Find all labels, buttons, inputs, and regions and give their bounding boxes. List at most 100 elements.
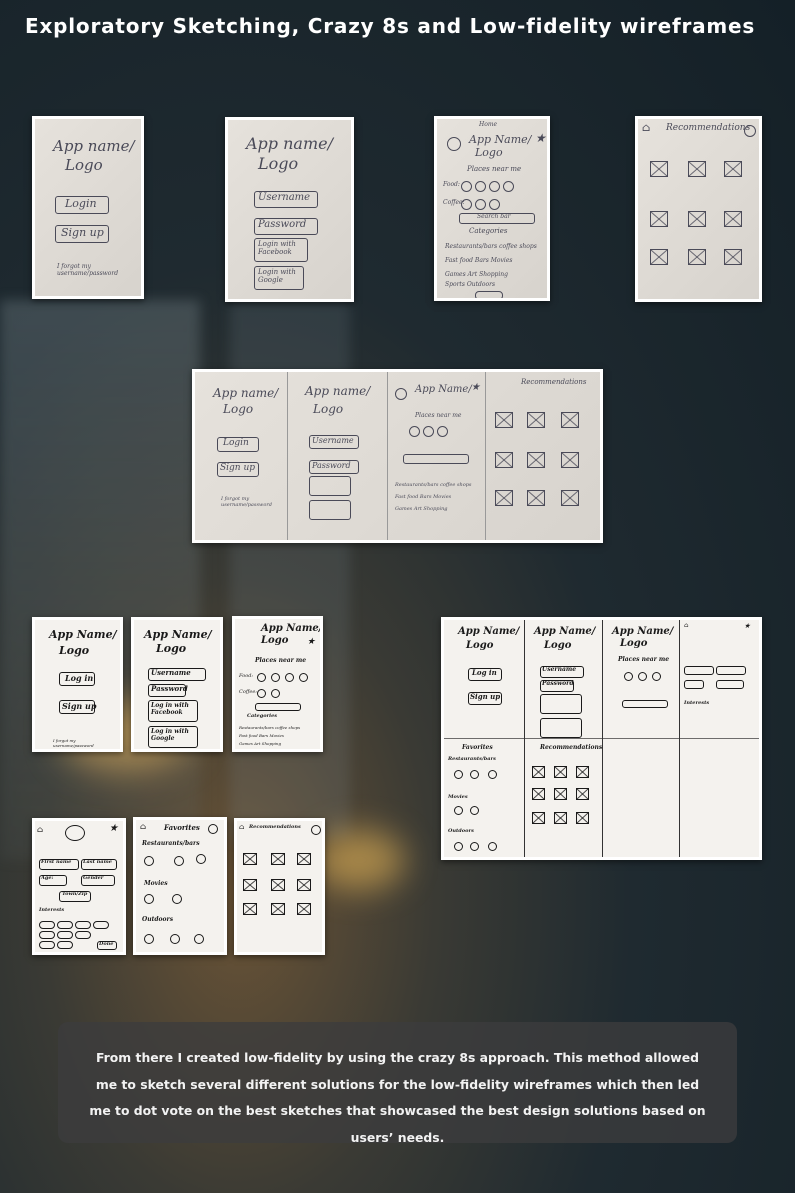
star-icon: ★ (109, 823, 118, 834)
sketch-circle (489, 181, 500, 192)
sketch-circle (470, 806, 479, 815)
sketch-image-placeholder (650, 161, 668, 177)
sketch-circle (257, 689, 266, 698)
sketch-category-row: Fast food Bars Movies (239, 733, 284, 738)
sketch-gender-field (716, 680, 744, 689)
sketch-search-bar (255, 703, 301, 711)
sketch-username-label: Username (542, 666, 577, 673)
sketch-categories-label: Categories (247, 713, 278, 719)
sketch-image-placeholder (297, 853, 311, 865)
sketch-image-placeholder (243, 853, 257, 865)
sketch-recommendations-label: Recommendations (540, 744, 603, 751)
sketch-first-name-label: First name (41, 859, 72, 865)
sketch-circle (488, 770, 497, 779)
sketch-search-label: Search bar (477, 213, 511, 220)
sketch-app-name: App Name/ (458, 626, 520, 637)
sketch-category-row: Restaurants/bars coffee shops (239, 725, 301, 730)
sketch-app-name: App Name/ (534, 626, 596, 637)
sketch-circle (196, 854, 206, 864)
sketch-circle (285, 673, 294, 682)
sketch-image-placeholder (561, 452, 579, 468)
sketch-profile-circle (65, 825, 85, 841)
sketch-food-label: Food: (239, 673, 254, 679)
sketch-app-name: App Name/ (261, 623, 320, 634)
sketch-circle (437, 426, 448, 437)
home-icon: ⌂ (642, 121, 651, 134)
sketch-category-row: Fast food Bars Movies (445, 257, 513, 264)
sketch-image-placeholder (650, 249, 668, 265)
sketch-image-placeholder (688, 249, 706, 265)
sketch-logo: Logo (620, 638, 648, 649)
sketch-outdoors-label: Outdoors (142, 916, 174, 923)
sketch-last-name-label: Last name (83, 859, 112, 865)
sketch-circle (172, 894, 182, 904)
sketch-image-placeholder (271, 879, 285, 891)
sketch-image-placeholder (297, 903, 311, 915)
sketch-results-button (475, 291, 503, 298)
sketch-forgot-text: I forgot my username/password (53, 738, 94, 748)
sketch-categories-label: Categories (469, 227, 508, 235)
sketch-logo: Logo (261, 635, 289, 646)
sketch-image-placeholder (495, 412, 513, 428)
sketch-username-label: Username (258, 192, 311, 203)
sketch-circle (470, 842, 479, 851)
sketch-logo: Logo (466, 640, 494, 651)
home-icon: ⌂ (239, 823, 245, 831)
sketch-app-name: App Name/ (49, 628, 117, 641)
sketch-circle (461, 199, 472, 210)
background-window-blur (0, 300, 200, 860)
sketch-interest-chip (57, 941, 73, 949)
sketch-recommendations-label: Recommendations (521, 378, 587, 386)
sketch-circle (257, 673, 266, 682)
sketch-interest-chip (93, 921, 109, 929)
sketch-profile-circle (395, 388, 407, 400)
wireframe-favorites: ⌂ Favorites Restaurants/bars Movies Outd… (133, 817, 227, 955)
sketch-app-name: App Name/ (612, 626, 674, 637)
sketch-facebook-label: Login with Facebook (258, 240, 296, 256)
sketch-circle (144, 934, 154, 944)
sketch-image-placeholder (561, 490, 579, 506)
sketch-outdoors-label: Outdoors (448, 828, 474, 834)
sketch-login-label: Login (65, 197, 97, 210)
sketch-places-label: Places near me (618, 656, 670, 663)
sketch-image-placeholder (271, 903, 285, 915)
sketch-age-label: Age: (41, 875, 54, 881)
sketch-app-name: App Name/ (469, 133, 532, 146)
sketch-last-name-field (716, 666, 746, 675)
sketch-category-row: Fast food Bars Movies (395, 494, 452, 500)
sketch-circle (174, 856, 184, 866)
home-icon: ⌂ (140, 822, 147, 831)
sketch-google-label: Login with Google (258, 268, 296, 284)
sketch-signup-label: Sign up (62, 701, 97, 711)
sketch-app-name: App Name/ (144, 628, 212, 641)
sketch-restaurants-label: Restaurants/bars (448, 756, 496, 762)
sketch-done-label: Done (99, 941, 114, 947)
sketch-signup-label: Sign up (470, 692, 501, 701)
star-icon: ★ (307, 637, 316, 647)
sketch-category-row: Restaurants/bars coffee shops (395, 482, 472, 488)
sketch-logo: Logo (223, 402, 254, 416)
sketch-interests-label: Interests (684, 700, 710, 706)
sketch-age-field (684, 680, 704, 689)
sketch-circle (271, 689, 280, 698)
sketch-password-label: Password (542, 680, 574, 687)
sketch-gender-label: Gender (83, 875, 104, 881)
sketch-username-label: Username (151, 668, 191, 677)
sketch-interest-chip (75, 931, 91, 939)
sketch-signup-label: Sign up (61, 226, 104, 239)
sketch-first-name-field (684, 666, 714, 675)
sketch-image-placeholder (561, 412, 579, 428)
sketch-circle (489, 199, 500, 210)
sketch-forgot-text: I forgot my username/password (221, 496, 272, 508)
sketch-photo-combined: App name/ Logo Login Sign up I forgot my… (192, 369, 603, 543)
wireframe-home: App Name/ Logo ★ Places near me Food: Co… (232, 616, 323, 752)
sketch-image-placeholder (554, 766, 567, 778)
wireframe-profile: ⌂ ★ First name Last name Age: Gender Tow… (32, 818, 126, 955)
sketch-circle (475, 181, 486, 192)
sketch-app-name: App name/ (305, 384, 371, 398)
caption-text: From there I created low-fidelity by usi… (89, 1050, 706, 1145)
sketch-image-placeholder (554, 788, 567, 800)
sketch-search-bar (403, 454, 469, 464)
sketch-favorites-label: Favorites (164, 823, 200, 832)
sketch-login-label: Log in (472, 668, 497, 677)
